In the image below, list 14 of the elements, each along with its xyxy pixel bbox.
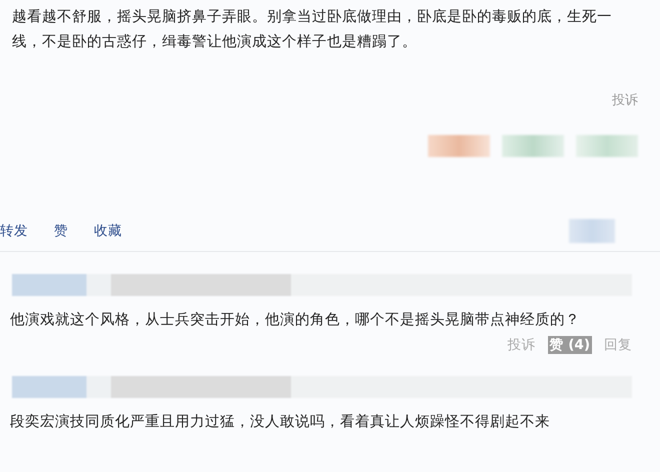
pixelated-redaction — [428, 135, 490, 157]
comment-text: 段奕宏演技同质化严重且用力过猛，没人敢说吗，看着真让人烦躁怪不得剧起不来 — [10, 412, 551, 432]
action-link[interactable]: 转发 — [0, 222, 28, 240]
comment-text: 他演戏就这个风格，从士兵突击开始，他演的角色，哪个不是摇头晃脑带点神经质的？ — [10, 310, 581, 330]
action-link[interactable]: 赞 — [54, 222, 68, 240]
pixelated-redaction — [502, 135, 564, 157]
comment-action-link[interactable]: 投诉 — [506, 336, 538, 354]
comment-action-link[interactable]: 赞 (4) — [548, 336, 592, 354]
action-link[interactable]: 收藏 — [94, 222, 122, 240]
pixelated-redaction — [569, 219, 615, 243]
pixelated-redaction — [576, 135, 638, 157]
comment-action-link[interactable]: 回复 — [602, 336, 634, 354]
post-text: 越看越不舒服，摇头晃脑挤鼻子弄眼。别拿当过卧底做理由，卧底是卧的毒贩的底，生死一线，不是卧的古惑仔，缉毒警让他演成这个样子也是糟蹋了。 — [12, 8, 613, 52]
report-link[interactable]: 投诉 — [612, 91, 638, 109]
